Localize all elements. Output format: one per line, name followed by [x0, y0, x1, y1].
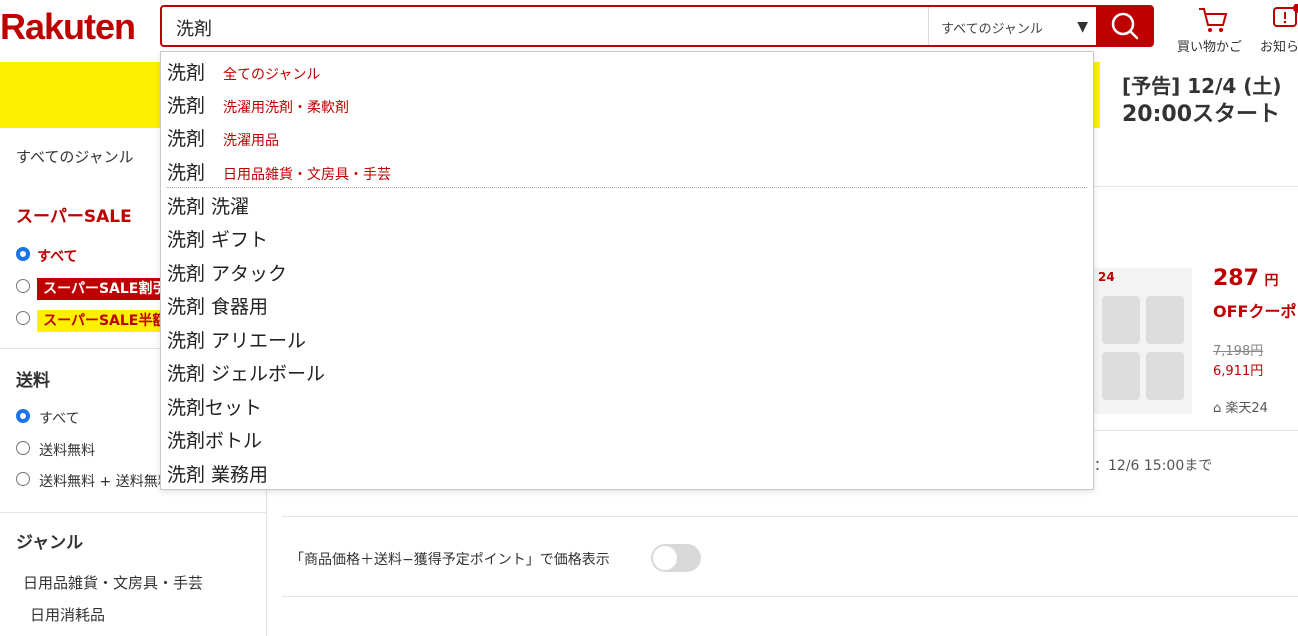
product-image[interactable]: 24	[1094, 268, 1192, 414]
genre-item[interactable]: 日用品雑貨・文房具・手芸	[23, 572, 203, 593]
cart-button[interactable]: 買い物かご	[1177, 4, 1247, 55]
radio-selected[interactable]	[16, 409, 30, 423]
toggle-knob	[653, 546, 677, 570]
super-sale-title: スーパーSALE	[16, 207, 132, 227]
chevron-down-icon: ▼	[1077, 19, 1088, 35]
genre-item[interactable]: 日用消耗品	[30, 604, 105, 625]
suggestion-divider	[167, 187, 1087, 188]
radio[interactable]	[16, 311, 30, 325]
search-button[interactable]	[1096, 5, 1154, 47]
coupon-text[interactable]: OFFクーポ	[1213, 298, 1296, 322]
super-sale-option-all[interactable]: すべて	[16, 246, 78, 266]
search-icon	[1111, 12, 1139, 40]
super-sale-option-discount[interactable]: スーパーSALE割引	[16, 278, 173, 300]
radio[interactable]	[16, 441, 30, 455]
rakuten-logo[interactable]: Rakuten	[0, 6, 136, 48]
price-display-label: 「商品価格＋送料−獲得予定ポイント」で価格表示	[290, 552, 610, 568]
sale-date-line1: [予告] 12/4 (土)	[1122, 74, 1282, 98]
radio-selected[interactable]	[16, 247, 30, 261]
divider	[282, 516, 1298, 517]
shipping-title: 送料	[16, 371, 50, 391]
genre-breadcrumb[interactable]: すべてのジャンル	[16, 146, 134, 167]
shipping-option-all[interactable]: すべて	[16, 408, 80, 428]
category-suggestion[interactable]: 洗剤 全てのジャンル	[167, 58, 320, 85]
keyword-suggestion[interactable]: 洗剤 ジェルボール	[167, 359, 325, 386]
divider	[0, 512, 266, 513]
search-suggestions-dropdown: 洗剤 全てのジャンル 洗剤 洗濯用洗剤・柔軟剤 洗剤 洗濯用品 洗剤 日用品雑貨・文房具…	[160, 51, 1094, 490]
price-sale: 6,911円	[1213, 364, 1264, 379]
category-suggestion[interactable]: 洗剤 日用品雑貨・文房具・手芸	[167, 158, 391, 185]
notification-button[interactable]: お知ら	[1258, 4, 1298, 52]
divider	[282, 596, 1298, 597]
super-sale-option-half[interactable]: スーパーSALE半額	[16, 310, 173, 332]
notification-icon	[1273, 4, 1298, 27]
notification-label: お知ら	[1260, 40, 1298, 52]
cart-icon	[1199, 8, 1228, 32]
genre-select-label: すべてのジャンル	[941, 22, 1043, 37]
cart-label: 買い物かご	[1177, 40, 1243, 55]
shop-badge: 24	[1098, 270, 1115, 284]
price-display-toggle[interactable]	[651, 544, 701, 572]
product-package	[1146, 296, 1184, 344]
shipping-option-free[interactable]: 送料無料	[16, 440, 95, 460]
genre-select[interactable]: すべてのジャンル ▼	[928, 7, 1096, 45]
keyword-suggestion[interactable]: 洗剤 ギフト	[167, 225, 268, 252]
keyword-suggestion[interactable]: 洗剤 洗濯	[167, 192, 249, 219]
coupon-deadline: ：12/6 15:00まで	[1094, 458, 1213, 474]
genre-title: ジャンル	[16, 533, 84, 553]
product-package	[1102, 296, 1140, 344]
keyword-suggestion[interactable]: 洗剤ボトル	[167, 426, 262, 453]
category-suggestion[interactable]: 洗剤 洗濯用品	[167, 124, 279, 151]
keyword-suggestion[interactable]: 洗剤セット	[167, 393, 262, 420]
sale-date-line2: 20:00スタート	[1122, 102, 1281, 127]
keyword-suggestion[interactable]: 洗剤 アリエール	[167, 326, 306, 353]
divider	[1094, 430, 1298, 431]
category-suggestion[interactable]: 洗剤 洗濯用洗剤・柔軟剤	[167, 91, 349, 118]
price-original: 7,198円	[1213, 344, 1264, 359]
coupon-amount[interactable]: 287 円	[1213, 266, 1279, 291]
shop-link[interactable]: ⌂ 楽天24	[1213, 397, 1268, 416]
shop-icon: ⌂	[1213, 401, 1222, 416]
search-bar: すべてのジャンル ▼	[160, 5, 1154, 47]
search-input[interactable]	[174, 13, 918, 43]
shipping-option-free-plus[interactable]: 送料無料 + 送料無料	[16, 471, 172, 491]
product-package	[1102, 352, 1140, 400]
product-package	[1146, 352, 1184, 400]
keyword-suggestion[interactable]: 洗剤 食器用	[167, 292, 268, 319]
keyword-suggestion[interactable]: 洗剤 アタック	[167, 259, 287, 286]
radio[interactable]	[16, 472, 30, 486]
keyword-suggestion[interactable]: 洗剤 業務用	[167, 460, 268, 487]
radio[interactable]	[16, 279, 30, 293]
